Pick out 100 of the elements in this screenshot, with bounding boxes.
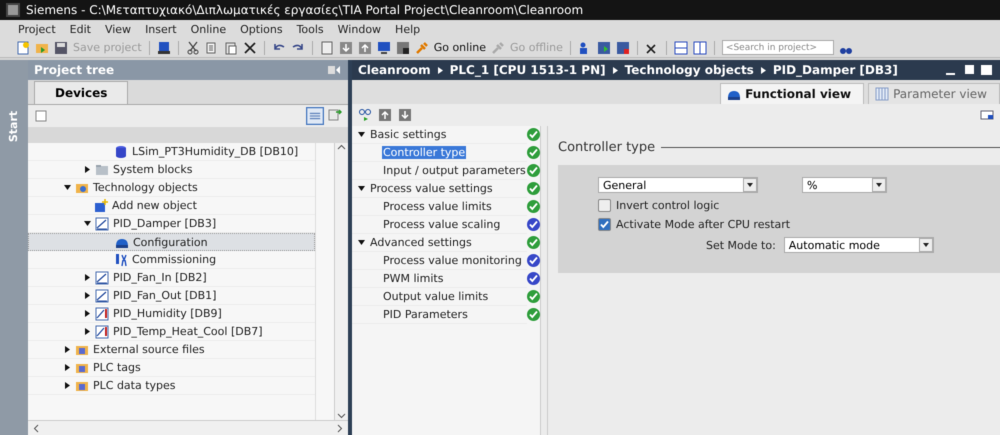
scroll-up-icon[interactable] [337, 143, 346, 152]
menu-item[interactable]: Help [395, 22, 420, 36]
pid-controller-icon [95, 306, 109, 320]
tree-item[interactable]: Technology objects [28, 179, 315, 197]
unit-dropdown[interactable]: % [802, 177, 887, 193]
scrollbar[interactable] [540, 126, 547, 435]
save-icon[interactable] [54, 40, 68, 54]
export-icon[interactable] [328, 107, 342, 121]
scroll-left-icon[interactable] [32, 424, 41, 432]
check-icon [600, 220, 609, 229]
download-icon[interactable] [338, 40, 353, 54]
scroll-right-icon[interactable] [335, 424, 344, 432]
table-icon [875, 87, 890, 101]
tree-item[interactable]: LSim_PT3Humidity_DB [DB10] [28, 143, 315, 161]
breadcrumb-item[interactable]: Cleanroom [358, 63, 431, 77]
navigation-item[interactable]: Advanced settings [352, 234, 527, 252]
controller-type-dropdown[interactable]: General [598, 177, 758, 193]
chevron-icon [760, 66, 766, 74]
table-icon[interactable] [34, 109, 48, 123]
print-icon[interactable] [156, 40, 171, 54]
menu-item[interactable]: Edit [70, 22, 91, 36]
pid-controller-icon [95, 288, 109, 302]
breadcrumb-item[interactable]: PLC_1 [CPU 1513-1 PN] [450, 63, 606, 77]
navigation-item[interactable]: Controller type [352, 144, 527, 162]
menu-item[interactable]: Window [338, 22, 382, 36]
mode-dropdown[interactable]: Automatic mode [784, 237, 934, 253]
collapse-icon[interactable] [326, 63, 342, 77]
view-tab[interactable]: Functional view [720, 83, 864, 104]
navigation-item[interactable]: Process value limits [352, 198, 527, 216]
expanded-arrow-icon[interactable] [358, 239, 365, 246]
tree-item[interactable]: PLC tags [28, 359, 315, 377]
monitor-icon[interactable] [376, 40, 391, 54]
navigation-item[interactable]: Basic settings [352, 126, 527, 144]
maximize-icon[interactable] [980, 63, 994, 77]
tree-item[interactable]: PID_Humidity [DB9] [28, 305, 315, 323]
navigation-item[interactable]: PWM limits [352, 270, 527, 288]
collapsed-arrow-icon[interactable] [64, 382, 71, 389]
tab[interactable]: Devices [34, 81, 128, 104]
app-logo-icon [6, 3, 20, 17]
collapsed-arrow-icon[interactable] [84, 292, 91, 299]
breadcrumb-item[interactable]: Technology objects [624, 63, 754, 77]
go-online-button[interactable]: Go online [434, 41, 486, 54]
checkbox[interactable] [598, 199, 611, 212]
expanded-arrow-icon[interactable] [358, 131, 365, 138]
tree-item[interactable]: PID_Temp_Heat_Cool [DB7] [28, 323, 315, 341]
tree-item[interactable]: PID_Fan_Out [DB1] [28, 287, 315, 305]
navigation-item[interactable]: Output value limits [352, 288, 527, 306]
expanded-arrow-icon[interactable] [358, 185, 365, 192]
collapsed-arrow-icon[interactable] [84, 328, 91, 335]
tree-item[interactable]: PLC data types [28, 377, 315, 395]
expanded-arrow-icon[interactable] [64, 184, 71, 191]
chevron-icon [438, 66, 443, 74]
expanded-arrow-icon[interactable] [84, 220, 91, 227]
horizontal-scrollbar[interactable] [28, 420, 348, 435]
delete-icon[interactable] [242, 40, 257, 54]
monitor-glasses-icon[interactable] [358, 108, 372, 122]
paste-icon[interactable] [224, 40, 238, 54]
navigation-item[interactable]: PID Parameters [352, 306, 527, 324]
split-horizontal-icon[interactable] [674, 40, 688, 54]
checkbox[interactable] [598, 218, 611, 231]
collapsed-arrow-icon[interactable] [84, 166, 91, 173]
menu-item[interactable]: Online [190, 22, 226, 36]
collapsed-arrow-icon[interactable] [84, 310, 91, 317]
menu-item[interactable]: Project [18, 22, 56, 36]
tree-item[interactable]: Commissioning [28, 251, 315, 269]
pid-controller-icon [95, 216, 109, 230]
scrollbar[interactable] [334, 143, 348, 420]
tree-item[interactable]: Configuration [28, 233, 315, 251]
download-icon[interactable] [398, 108, 412, 122]
menu-item[interactable]: Insert [145, 22, 177, 36]
view-tab[interactable]: Parameter view [868, 83, 1000, 104]
tree-item[interactable]: PID_Fan_In [DB2] [28, 269, 315, 287]
menu-item[interactable]: Options [240, 22, 283, 36]
menu-item[interactable]: Tools [296, 22, 324, 36]
tree-item[interactable]: Add new object [28, 197, 315, 215]
float-icon[interactable] [962, 63, 976, 77]
upload-icon[interactable] [378, 108, 392, 122]
search-field[interactable]: <Search in project> [722, 40, 834, 55]
new-project-icon[interactable] [16, 40, 30, 54]
tree-item[interactable]: External source files [28, 341, 315, 359]
navigation-item[interactable]: Input / output parameters [352, 162, 527, 180]
breadcrumb-item[interactable]: PID_Damper [DB3] [772, 63, 898, 77]
tree-item[interactable]: System blocks [28, 161, 315, 179]
navigation-item[interactable]: Process value scaling [352, 216, 527, 234]
upload-icon[interactable] [358, 40, 372, 54]
scroll-down-icon[interactable] [337, 411, 346, 420]
pid-controller-icon [95, 270, 109, 284]
navigation-item[interactable]: Process value monitoring [352, 252, 527, 270]
collapsed-arrow-icon[interactable] [64, 346, 71, 353]
cut-icon[interactable] [186, 40, 200, 54]
navigation-item[interactable]: Process value settings [352, 180, 527, 198]
menu-item[interactable]: View [104, 22, 132, 36]
chevron-icon [612, 66, 618, 74]
stop-cpu-icon[interactable] [616, 40, 630, 54]
split-vertical-icon[interactable] [692, 40, 707, 54]
panel-icon[interactable] [980, 108, 994, 122]
overview-icon[interactable] [306, 107, 324, 125]
collapsed-arrow-icon[interactable] [84, 274, 91, 281]
start-cpu-icon[interactable] [596, 40, 611, 54]
collapsed-arrow-icon[interactable] [64, 364, 71, 371]
